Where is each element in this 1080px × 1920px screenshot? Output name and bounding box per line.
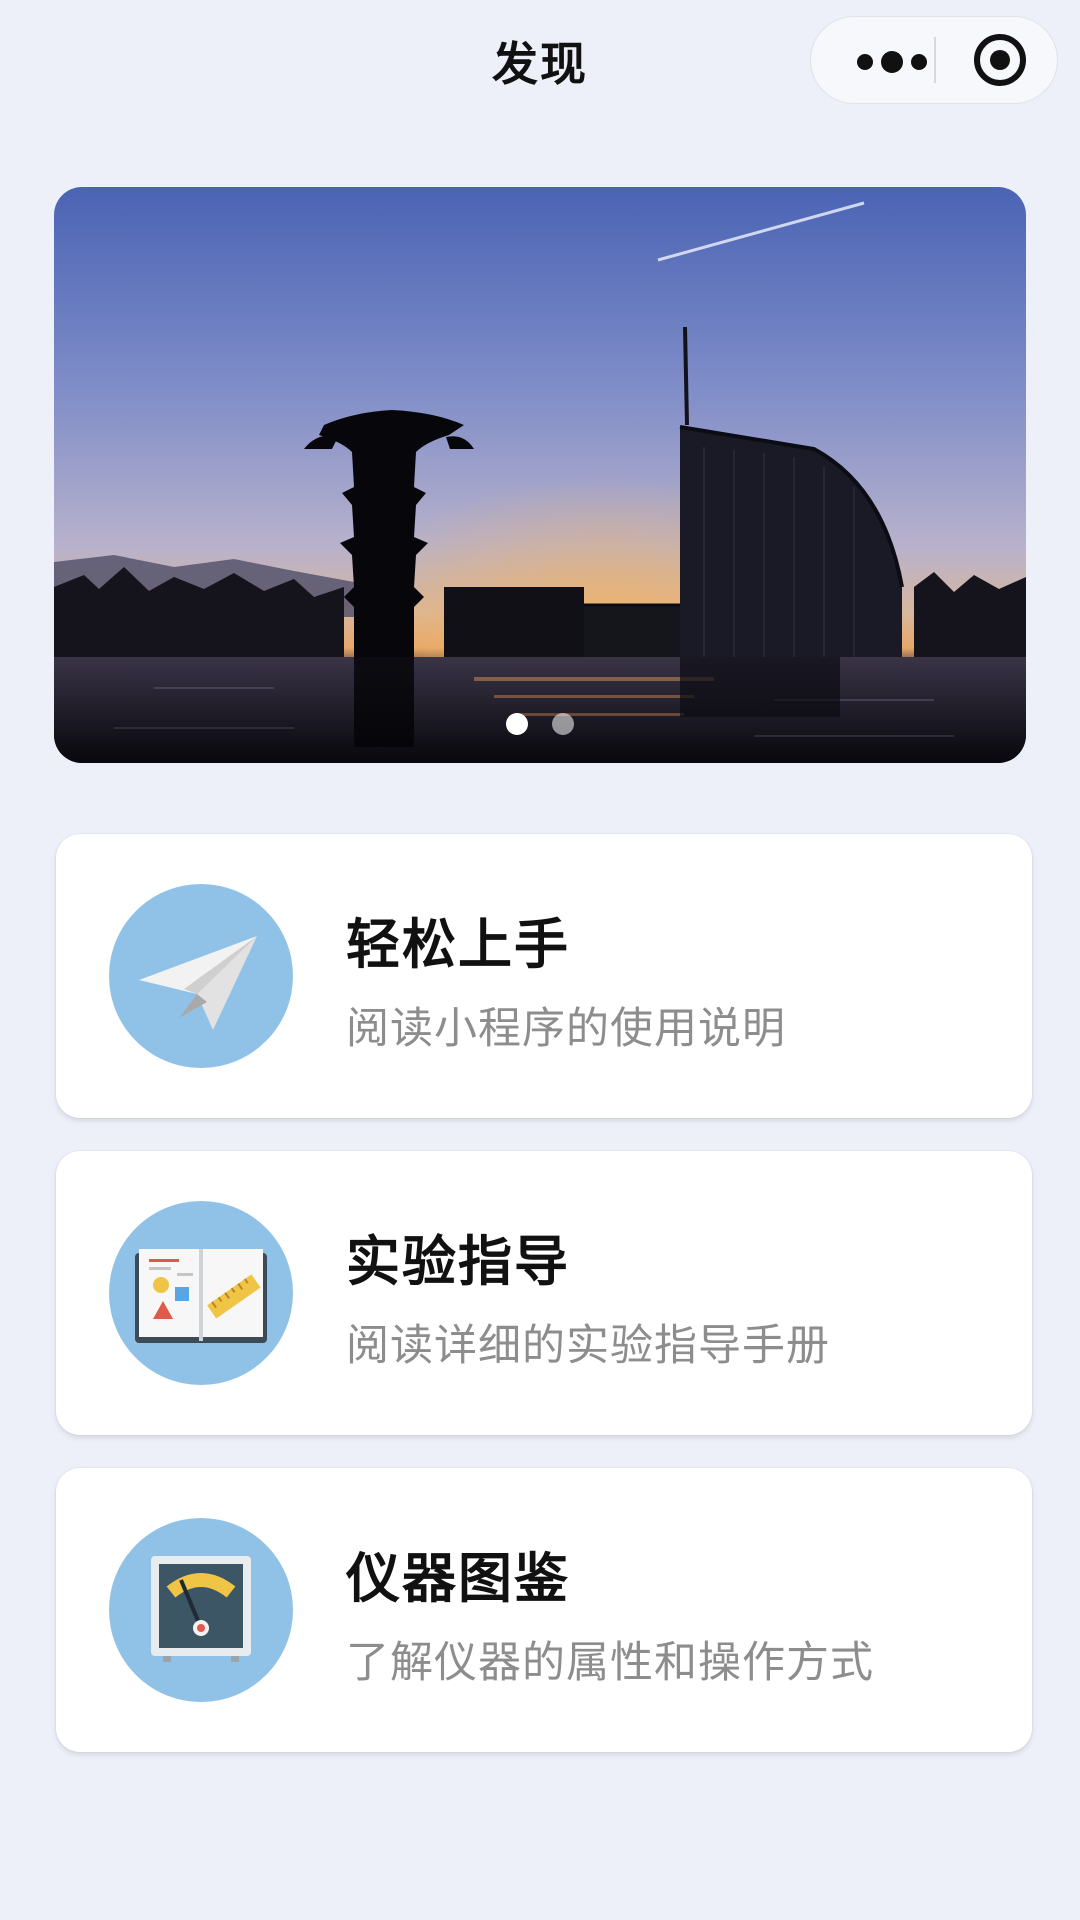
target-icon[interactable] (971, 31, 1029, 89)
meter-gauge-icon (109, 1518, 293, 1702)
paper-plane-icon (109, 884, 293, 1068)
card-instrument-catalog[interactable]: 仪器图鉴 了解仪器的属性和操作方式 (56, 1468, 1032, 1752)
card-title: 实验指导 (346, 1230, 570, 1293)
card-title: 仪器图鉴 (346, 1547, 570, 1610)
capsule-divider (934, 37, 936, 83)
carousel-indicator (54, 713, 1026, 735)
banner-image (54, 187, 1026, 763)
card-subtitle: 了解仪器的属性和操作方式 (346, 1638, 874, 1688)
carousel-dot[interactable] (552, 713, 574, 735)
card-title: 轻松上手 (346, 913, 570, 976)
mini-program-capsule (810, 16, 1058, 104)
card-quick-start[interactable]: 轻松上手 阅读小程序的使用说明 (56, 834, 1032, 1118)
banner-carousel[interactable] (54, 187, 1026, 763)
card-subtitle: 阅读小程序的使用说明 (346, 1004, 786, 1054)
carousel-dot-active[interactable] (506, 713, 528, 735)
card-subtitle: 阅读详细的实验指导手册 (346, 1321, 830, 1371)
card-experiment-guide[interactable]: 实验指导 阅读详细的实验指导手册 (56, 1151, 1032, 1435)
navigation-bar: 发现 (0, 0, 1080, 120)
open-book-icon (109, 1201, 293, 1385)
